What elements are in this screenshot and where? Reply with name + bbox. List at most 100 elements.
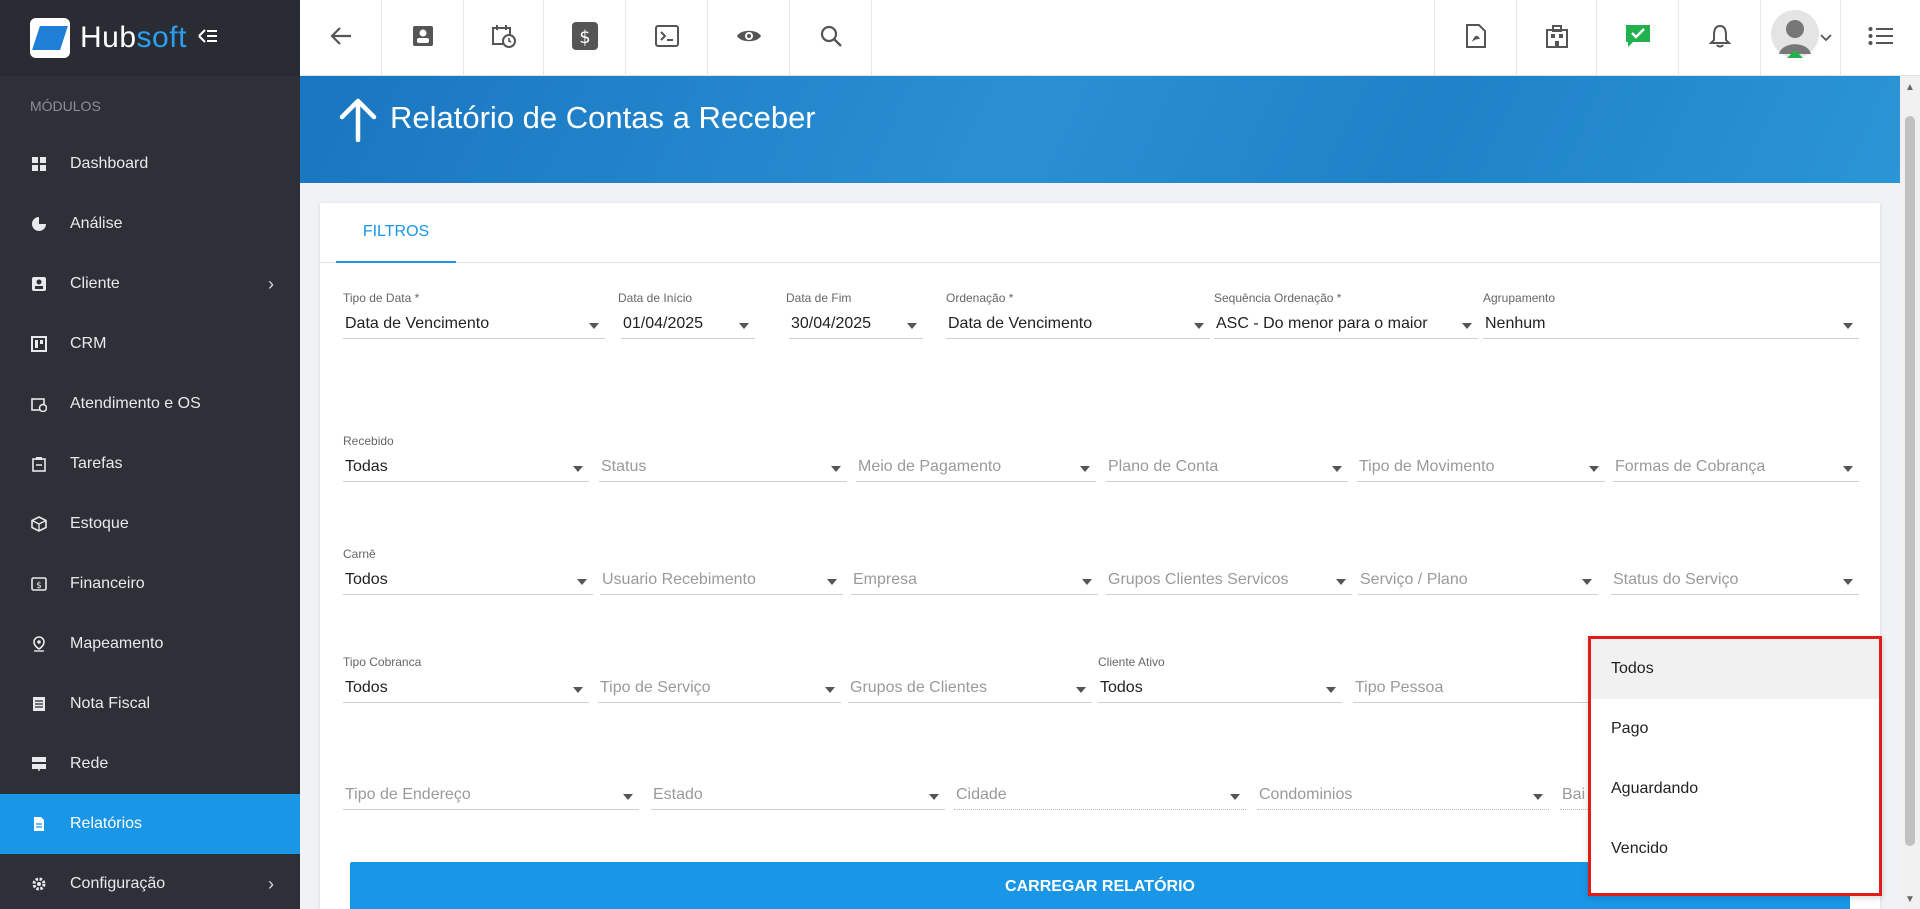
field-placeholder: Grupos de Clientes xyxy=(850,679,987,696)
terminal-button[interactable] xyxy=(626,0,708,76)
sidebar-item-label: Tarefas xyxy=(70,455,123,472)
notifications-button[interactable] xyxy=(1678,0,1760,76)
sidebar-item-mapeamento[interactable]: Mapeamento xyxy=(0,614,300,674)
caret-down-icon xyxy=(1843,579,1853,585)
empresa-select[interactable]: Empresa xyxy=(851,547,1098,595)
brand-header: Hubsoft xyxy=(0,0,300,76)
field-placeholder: Bai xyxy=(1562,786,1586,803)
gear-icon xyxy=(30,875,48,893)
bairro-select[interactable]: Bai xyxy=(1560,762,1590,810)
sidebar-item-label: Análise xyxy=(70,215,123,232)
field-label: Tipo de Data * xyxy=(343,291,420,305)
sidebar-item-atendimento[interactable]: Atendimento e OS xyxy=(0,374,300,434)
arrow-left-icon xyxy=(329,26,352,51)
data-inicio-field[interactable]: Data de Início 01/04/2025 xyxy=(618,291,755,339)
sidebar-item-nota-fiscal[interactable]: Nota Fiscal xyxy=(0,674,300,734)
caret-down-icon xyxy=(577,579,587,585)
status-select[interactable]: Status xyxy=(599,434,847,482)
meio-pagamento-select[interactable]: Meio de Pagamento xyxy=(856,434,1096,482)
sidebar-item-cliente[interactable]: Cliente › xyxy=(0,254,300,314)
agrupamento-select[interactable]: Agrupamento Nenhum xyxy=(1483,291,1859,339)
scrollbar-thumb[interactable] xyxy=(1905,116,1915,846)
box-icon xyxy=(30,515,48,533)
tab-filtros[interactable]: FILTROS xyxy=(336,203,456,263)
dropdown-option-pago[interactable]: Pago xyxy=(1591,699,1879,759)
field-placeholder: Empresa xyxy=(853,571,918,588)
sidebar-item-label: Mapeamento xyxy=(70,635,164,652)
field-value: 01/04/2025 xyxy=(623,315,704,332)
sidebar-item-analise[interactable]: Análise xyxy=(0,194,300,254)
cliente-ativo-select[interactable]: Cliente Ativo Todos xyxy=(1098,655,1342,703)
tipo-servico-select[interactable]: Tipo de Serviço xyxy=(598,655,841,703)
field-placeholder: Tipo de Movimento xyxy=(1359,458,1495,475)
list-menu-button[interactable] xyxy=(1840,0,1920,76)
servico-plano-select[interactable]: Serviço / Plano xyxy=(1358,547,1598,595)
tipo-cobranca-select[interactable]: Tipo Cobranca Todos xyxy=(343,655,589,703)
data-fim-field[interactable]: Data de Fim 30/04/2025 xyxy=(786,291,923,339)
sidebar-item-financeiro[interactable]: $ Financeiro xyxy=(0,554,300,614)
sidebar-item-label: Estoque xyxy=(70,515,129,532)
sidebar-item-label: Atendimento e OS xyxy=(70,395,201,412)
field-placeholder: Status do Serviço xyxy=(1613,571,1739,588)
dashboard-icon xyxy=(30,155,48,173)
sidebar: Hubsoft MÓDULOS Dashboard Análise Client… xyxy=(0,0,300,909)
estado-select[interactable]: Estado xyxy=(651,762,945,810)
avatar xyxy=(1770,8,1820,69)
status-servico-select[interactable]: Status do Serviço xyxy=(1611,547,1859,595)
field-value: Todos xyxy=(345,679,388,696)
caret-down-icon xyxy=(1326,687,1336,693)
ordenacao-select[interactable]: Ordenação * Data de Vencimento xyxy=(946,291,1210,339)
modules-section-label: MÓDULOS xyxy=(30,98,101,114)
sidebar-item-configuracao[interactable]: Configuração › xyxy=(0,854,300,909)
sidebar-item-crm[interactable]: CRM xyxy=(0,314,300,374)
financial-button[interactable]: $ xyxy=(544,0,626,76)
scroll-down-icon[interactable]: ▼ xyxy=(1905,894,1915,905)
hubsoft-logo-icon xyxy=(30,18,70,58)
calendar-clock-icon xyxy=(30,395,48,413)
recebido-select[interactable]: Recebido Todas xyxy=(343,434,589,482)
money-icon: $ xyxy=(30,575,48,593)
sidebar-item-relatorios[interactable]: Relatórios xyxy=(0,794,300,854)
sidebar-item-dashboard[interactable]: Dashboard xyxy=(0,134,300,194)
svg-text:$: $ xyxy=(36,581,42,591)
field-placeholder: Condominios xyxy=(1259,786,1353,803)
scroll-up-icon[interactable]: ▲ xyxy=(1905,82,1915,93)
report-icon xyxy=(30,815,48,833)
dropdown-option-aguardando[interactable]: Aguardando xyxy=(1591,759,1879,819)
collapse-sidebar-icon[interactable] xyxy=(197,25,219,51)
sidebar-item-rede[interactable]: Rede xyxy=(0,734,300,794)
carne-select[interactable]: Carnê Todos xyxy=(343,547,593,595)
view-button[interactable] xyxy=(708,0,790,76)
dropdown-option-vencido[interactable]: Vencido xyxy=(1591,819,1879,879)
page-scrollbar[interactable]: ▲ ▼ xyxy=(1900,76,1920,909)
tipo-movimento-select[interactable]: Tipo de Movimento xyxy=(1357,434,1605,482)
caret-down-icon xyxy=(929,794,939,800)
grupos-clientes-select[interactable]: Grupos de Clientes xyxy=(848,655,1092,703)
caret-down-icon xyxy=(1076,687,1086,693)
search-button[interactable] xyxy=(790,0,872,76)
user-menu-button[interactable] xyxy=(1760,0,1840,76)
sequencia-ordenacao-select[interactable]: Sequência Ordenação * ASC - Do menor par… xyxy=(1214,291,1478,339)
condominios-select[interactable]: Condominios xyxy=(1257,762,1549,810)
back-button[interactable] xyxy=(300,0,382,76)
tipo-pessoa-select[interactable]: Tipo Pessoa xyxy=(1353,655,1589,703)
contact-button[interactable] xyxy=(382,0,464,76)
dropdown-option-todos[interactable]: Todos xyxy=(1591,639,1879,699)
company-button[interactable] xyxy=(1516,0,1596,76)
sidebar-item-estoque[interactable]: Estoque xyxy=(0,494,300,554)
plano-conta-select[interactable]: Plano de Conta xyxy=(1106,434,1348,482)
field-placeholder: Plano de Conta xyxy=(1108,458,1219,475)
cidade-select[interactable]: Cidade xyxy=(954,762,1246,810)
schedule-button[interactable] xyxy=(464,0,544,76)
caret-down-icon xyxy=(1533,794,1543,800)
messages-button[interactable] xyxy=(1596,0,1678,76)
pdf-button[interactable] xyxy=(1434,0,1516,76)
sidebar-item-tarefas[interactable]: Tarefas xyxy=(0,434,300,494)
caret-down-icon xyxy=(1462,323,1472,329)
tipo-data-select[interactable]: Tipo de Data * Data de Vencimento xyxy=(343,291,605,339)
grupos-clientes-servicos-select[interactable]: Grupos Clientes Servicos xyxy=(1106,547,1352,595)
usuario-recebimento-select[interactable]: Usuario Recebimento xyxy=(600,547,843,595)
tipo-endereco-select[interactable]: Tipo de Endereço xyxy=(343,762,639,810)
top-toolbar: $ xyxy=(300,0,1920,76)
formas-cobranca-select[interactable]: Formas de Cobrança xyxy=(1613,434,1859,482)
